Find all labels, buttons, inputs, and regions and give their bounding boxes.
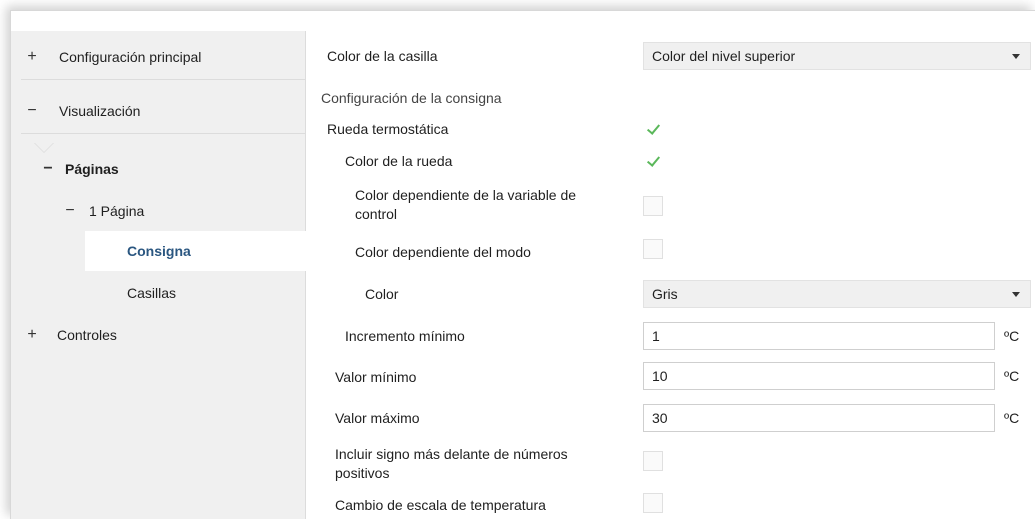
incremento-label: Incremento mínimo — [345, 328, 465, 344]
parameter-panel: Color de la casilla Color del nivel supe… — [307, 31, 1035, 519]
valor-minimo-input[interactable]: 10 — [643, 362, 995, 390]
valor-maximo-input[interactable]: 30 — [643, 404, 995, 432]
window-frame: + Configuración principal − Visualizació… — [10, 10, 1035, 519]
sidebar-item-label: Casillas — [127, 285, 177, 301]
plus-icon[interactable]: + — [25, 326, 39, 344]
sidebar-nav: + Configuración principal − Visualizació… — [11, 31, 307, 519]
rueda-termostatica-label: Rueda termostática — [327, 121, 449, 137]
divider — [21, 79, 306, 80]
sidebar-item-consigna[interactable]: Consigna — [85, 231, 307, 271]
color-var-control-label-2: control — [355, 206, 398, 222]
signo-mas-checkbox[interactable] — [643, 451, 663, 471]
color-label: Color — [365, 286, 399, 302]
color-modo-checkbox[interactable] — [643, 239, 663, 259]
sidebar-item-configuracion-principal[interactable]: + Configuración principal — [11, 37, 306, 77]
color-casilla-value: Color del nivel superior — [652, 48, 796, 64]
divider — [21, 133, 306, 134]
sidebar-item-paginas[interactable]: − Páginas — [11, 149, 306, 189]
minus-icon[interactable]: − — [25, 102, 39, 120]
color-rueda-checkbox[interactable] — [643, 151, 663, 171]
sidebar-item-label: Controles — [57, 327, 117, 343]
color-var-control-checkbox[interactable] — [643, 196, 663, 216]
minus-icon[interactable]: − — [63, 202, 77, 220]
color-select[interactable]: Gris — [643, 280, 1031, 308]
color-modo-label: Color dependiente del modo — [355, 244, 531, 260]
sidebar-item-controles[interactable]: + Controles — [11, 315, 306, 355]
incremento-value: 1 — [652, 328, 660, 344]
chevron-down-icon — [1012, 292, 1020, 297]
incremento-input[interactable]: 1 — [643, 322, 995, 350]
sidebar-item-label: Configuración principal — [59, 49, 202, 65]
valor-maximo-value: 30 — [652, 410, 668, 426]
sidebar-item-label: Consigna — [127, 243, 191, 259]
valor-minimo-label: Valor mínimo — [335, 369, 417, 385]
sidebar-item-label: Visualización — [59, 103, 141, 119]
color-var-control-label-1: Color dependiente de la variable de — [355, 187, 577, 203]
incremento-unit: ºC — [1004, 328, 1020, 344]
color-value: Gris — [652, 286, 678, 302]
valor-maximo-unit: ºC — [1004, 410, 1020, 426]
sidebar-item-casillas[interactable]: Casillas — [11, 273, 306, 313]
signo-mas-label-2: positivos — [335, 465, 390, 481]
color-casilla-label: Color de la casilla — [327, 48, 438, 64]
chevron-down-icon — [1012, 54, 1020, 59]
sidebar-item-1-pagina[interactable]: − 1 Página — [11, 191, 306, 231]
valor-maximo-label: Valor máximo — [335, 410, 420, 426]
section-title: Configuración de la consigna — [321, 90, 502, 106]
valor-minimo-value: 10 — [652, 368, 668, 384]
sidebar-item-label: Páginas — [65, 161, 119, 177]
cambio-escala-checkbox[interactable] — [643, 493, 663, 513]
minus-icon[interactable]: − — [41, 160, 55, 178]
color-casilla-select[interactable]: Color del nivel superior — [643, 42, 1031, 70]
color-rueda-label: Color de la rueda — [345, 153, 453, 169]
plus-icon[interactable]: + — [25, 48, 39, 66]
signo-mas-label-1: Incluir signo más delante de números — [335, 446, 568, 462]
sidebar-item-label: 1 Página — [89, 203, 145, 219]
valor-minimo-unit: ºC — [1004, 368, 1020, 384]
cambio-escala-label: Cambio de escala de temperatura — [335, 497, 546, 513]
rueda-termostatica-checkbox[interactable] — [643, 119, 663, 139]
sidebar-item-visualizacion[interactable]: − Visualización — [11, 91, 306, 131]
